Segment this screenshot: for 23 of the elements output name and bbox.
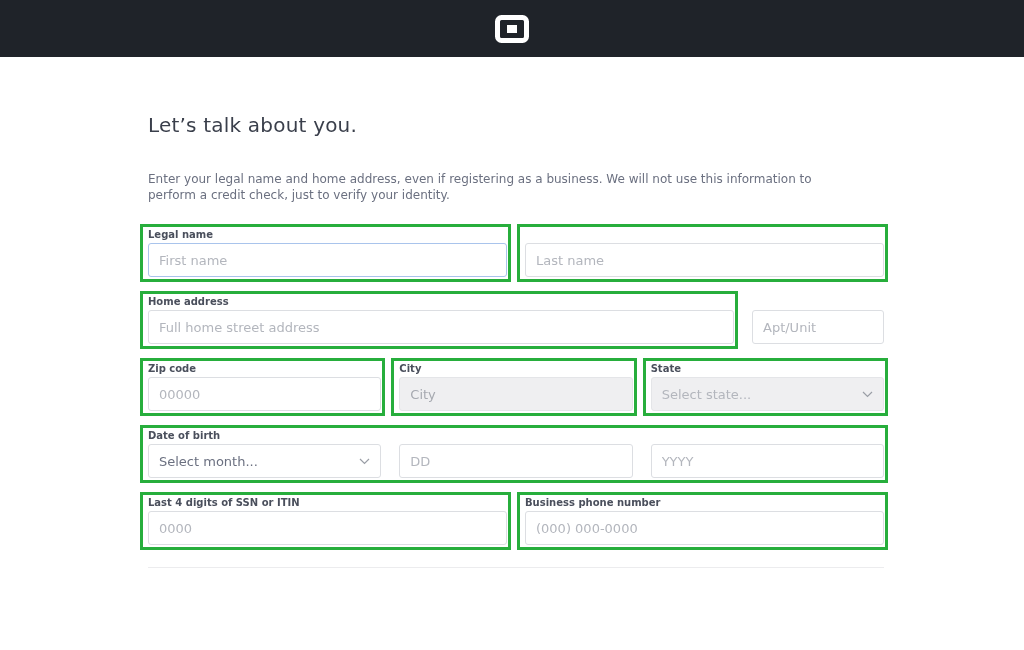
- logo-icon: [495, 14, 529, 43]
- description-text: Enter your legal name and home address, even if registering as a business. We will not use this information to perform a credit check, just to verify your identity.: [148, 171, 813, 203]
- input-field[interactable]: YYYY: [650, 444, 884, 478]
- input-field[interactable]: 0000: [148, 511, 507, 545]
- chevron-down-icon: [862, 390, 873, 398]
- input-field[interactable]: (000) 000-0000: [525, 511, 884, 545]
- dropdown[interactable]: Select month...: [148, 444, 382, 478]
- input-field[interactable]: Apt/Unit: [752, 310, 884, 344]
- field-label: Business phone number: [525, 497, 662, 509]
- input-field[interactable]: Full home street address: [148, 310, 734, 344]
- field-label: City: [399, 363, 423, 375]
- chevron-down-icon: [359, 457, 371, 465]
- input-field[interactable]: DD: [399, 444, 633, 478]
- input-field[interactable]: Last name: [525, 243, 884, 277]
- field-label: Home address: [148, 296, 230, 308]
- field-label: State: [650, 363, 682, 375]
- field-label: Legal name: [148, 229, 215, 241]
- page-title: Let’s talk about you.: [148, 113, 359, 137]
- input-field[interactable]: 00000: [148, 377, 382, 411]
- input-field[interactable]: First name: [148, 243, 507, 277]
- field-label: Zip code: [148, 363, 198, 375]
- field-label: Last 4 digits of SSN or ITIN: [148, 497, 301, 509]
- field-label: Date of birth: [148, 430, 222, 442]
